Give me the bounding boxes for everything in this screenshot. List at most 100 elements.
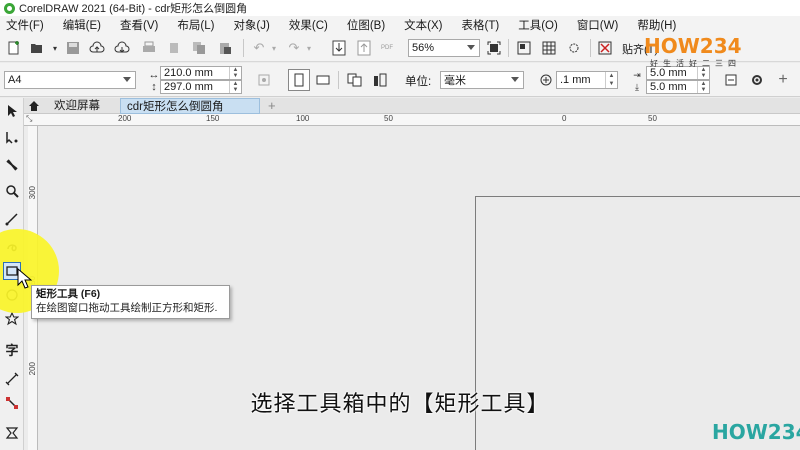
crop-tool-icon[interactable]	[3, 156, 21, 174]
h-ruler-tick-label: 150	[206, 114, 220, 123]
shape-tool-icon[interactable]	[3, 128, 21, 146]
cloud-download-icon[interactable]	[113, 39, 131, 57]
menu-effects[interactable]: 效果(C)	[289, 17, 328, 33]
title-bar: CorelDRAW 2021 (64-Bit) - cdr矩形怎么倒圆角	[0, 0, 800, 16]
toolbar-separator	[590, 39, 591, 57]
h-ruler-tick-label: 200	[118, 114, 132, 123]
horizontal-ruler[interactable]: ⤡ 200 150 100 50 0 50	[24, 114, 800, 126]
export-icon[interactable]	[355, 39, 373, 57]
dup-y-spinner[interactable]: ▲ ▼	[697, 81, 709, 93]
text-tool-icon[interactable]: 字	[3, 340, 21, 358]
watermark-logo-top: HOW234 好生活好二三四	[644, 34, 742, 69]
menu-help[interactable]: 帮助(H)	[637, 17, 676, 33]
menu-file[interactable]: 文件(F)	[6, 17, 44, 33]
make-current-default-icon[interactable]	[722, 71, 740, 89]
open-folder-icon[interactable]	[28, 39, 46, 57]
document-tabs: 欢迎屏幕 cdr矩形怎么倒圆角 +	[24, 98, 800, 114]
tab-welcome-screen[interactable]: 欢迎屏幕	[48, 98, 106, 114]
zoom-to-page-icon[interactable]	[485, 39, 503, 57]
chevron-down-icon	[511, 77, 519, 82]
current-page-icon[interactable]	[372, 71, 390, 89]
nudge-distance-value: .1 mm	[560, 74, 591, 86]
zoom-level-value: 56%	[412, 42, 435, 54]
h-ruler-tick-label: 50	[384, 114, 393, 123]
open-dropdown-icon[interactable]: ▾	[46, 39, 64, 57]
paste-icon[interactable]	[216, 39, 234, 57]
v-ruler-tick-label: 300	[28, 186, 37, 200]
ruler-origin-icon[interactable]: ⤡	[26, 114, 32, 124]
home-icon[interactable]	[26, 98, 42, 114]
chevron-down-icon	[123, 77, 131, 82]
menu-bitmaps[interactable]: 位图(B)	[347, 17, 385, 33]
add-tab-icon[interactable]: +	[262, 98, 282, 114]
h-ruler-tick-label: 0	[562, 114, 567, 123]
coreldraw-app-icon	[4, 2, 15, 14]
snap-off-icon[interactable]	[596, 39, 614, 57]
pdf-export-icon[interactable]: PDF	[378, 39, 396, 57]
new-document-icon[interactable]	[5, 39, 23, 57]
nudge-spinner[interactable]: ▲ ▼	[605, 72, 617, 88]
rectangle-tool-tooltip: 矩形工具 (F6) 在绘图窗口拖动工具绘制正方形和矩形.	[31, 285, 230, 319]
toolbar-separator	[243, 39, 244, 57]
pick-tool-icon[interactable]	[3, 102, 21, 120]
nudge-distance-icon	[537, 71, 555, 89]
page-size-value: A4	[8, 74, 22, 86]
duplicate-y-icon: ⤓	[635, 81, 639, 92]
menu-text[interactable]: 文本(X)	[404, 17, 442, 33]
page-sizes-icon[interactable]	[255, 71, 273, 89]
watermark-logo-text: HOW234	[644, 34, 742, 58]
menu-layout[interactable]: 布局(L)	[177, 17, 214, 33]
full-screen-preview-icon[interactable]	[515, 39, 533, 57]
save-icon[interactable]	[64, 39, 82, 57]
options-icon[interactable]	[748, 71, 766, 89]
grid-icon[interactable]	[540, 39, 558, 57]
window-title: CorelDRAW 2021 (64-Bit) - cdr矩形怎么倒圆角	[19, 3, 248, 15]
page-width-input[interactable]: 210.0 mm ▲ ▼	[160, 66, 242, 80]
copy-icon[interactable]	[190, 39, 208, 57]
menu-table[interactable]: 表格(T)	[462, 17, 500, 33]
redo-dropdown-icon[interactable]: ▾	[300, 39, 318, 57]
cloud-upload-icon[interactable]	[88, 39, 106, 57]
duplicate-y-value: 5.0 mm	[650, 81, 687, 93]
zoom-tool-icon[interactable]	[3, 182, 21, 200]
show-rulers-icon[interactable]	[565, 39, 583, 57]
v-ruler-tick-label: 200	[28, 362, 37, 376]
page-height-input[interactable]: 297.0 mm ▲ ▼	[160, 80, 242, 94]
height-spinner[interactable]: ▲ ▼	[229, 81, 241, 93]
landscape-orientation-icon[interactable]	[314, 71, 332, 89]
tab-document[interactable]: cdr矩形怎么倒圆角	[120, 98, 260, 114]
all-pages-icon[interactable]	[346, 71, 364, 89]
add-icon[interactable]: +	[774, 71, 792, 89]
cut-icon[interactable]	[166, 39, 184, 57]
width-spinner[interactable]: ▲ ▼	[229, 67, 241, 79]
mouse-pointer-icon	[16, 267, 33, 293]
watermark-slogan: 好生活好二三四	[650, 59, 741, 68]
menu-view[interactable]: 查看(V)	[120, 17, 158, 33]
h-ruler-tick-label: 50	[648, 114, 657, 123]
menu-edit[interactable]: 编辑(E)	[63, 17, 101, 33]
page-height-value: 297.0 mm	[164, 81, 213, 93]
portrait-orientation-icon[interactable]	[288, 69, 310, 91]
menu-object[interactable]: 对象(J)	[233, 17, 269, 33]
page-size-dropdown[interactable]: A4	[4, 71, 136, 89]
import-icon[interactable]	[330, 39, 348, 57]
freehand-tool-icon[interactable]	[3, 210, 21, 228]
duplicate-distance-y-input[interactable]: 5.0 mm ▲ ▼	[646, 80, 710, 94]
tooltip-description: 在绘图窗口拖动工具绘制正方形和矩形.	[36, 302, 218, 314]
units-label: 单位:	[405, 76, 432, 88]
units-dropdown[interactable]: 毫米	[440, 71, 524, 89]
watermark-logo-bottom: HOW234	[712, 420, 800, 444]
undo-dropdown-icon[interactable]: ▾	[265, 39, 283, 57]
zoom-level-dropdown[interactable]: 56%	[408, 39, 480, 57]
blend-tool-icon[interactable]	[3, 424, 21, 442]
menu-tools[interactable]: 工具(O)	[518, 17, 558, 33]
chevron-down-icon	[467, 45, 475, 50]
toolbar-separator	[508, 39, 509, 57]
nudge-distance-input[interactable]: .1 mm ▲ ▼	[556, 71, 618, 89]
menu-bar: 文件(F) 编辑(E) 查看(V) 布局(L) 对象(J) 效果(C) 位图(B…	[0, 16, 800, 34]
toolbar-separator	[338, 71, 339, 89]
tooltip-title: 矩形工具 (F6)	[36, 288, 101, 300]
menu-window[interactable]: 窗口(W)	[577, 17, 619, 33]
video-subtitle: 选择工具箱中的【矩形工具】	[250, 392, 550, 417]
print-icon[interactable]	[140, 39, 158, 57]
